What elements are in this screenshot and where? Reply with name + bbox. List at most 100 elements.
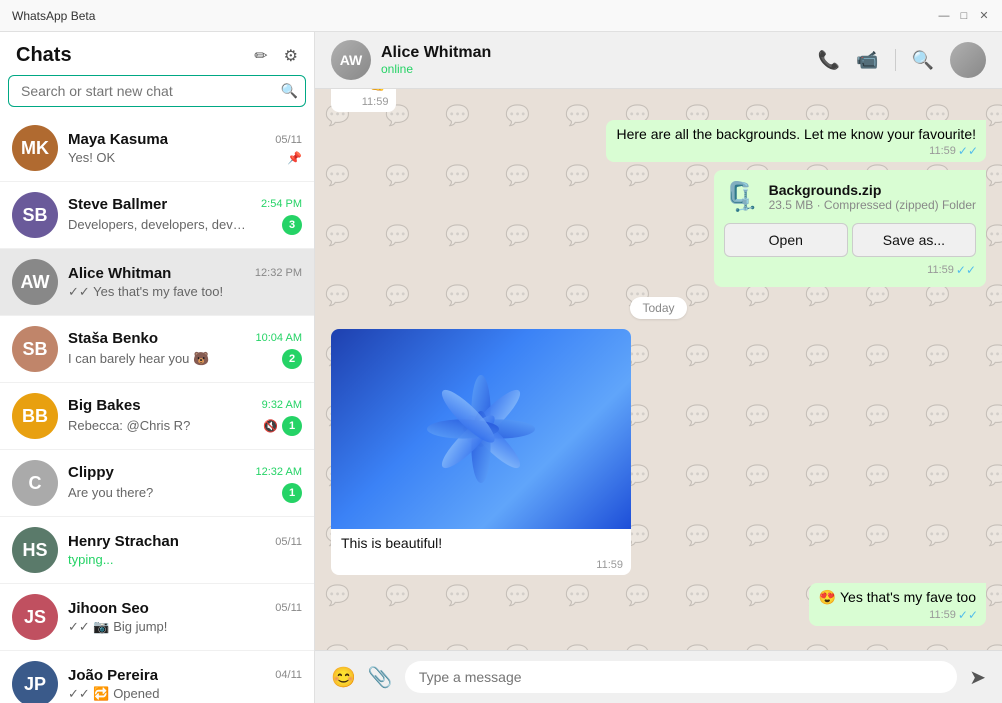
chat-preview: ✓✓ Yes that's my fave too! bbox=[68, 284, 223, 300]
chat-badge: 1 bbox=[282, 483, 302, 503]
settings-icon[interactable]: ⚙ bbox=[284, 46, 298, 66]
chat-input-area: 😊 📎 ➤ bbox=[315, 650, 1002, 703]
chat-name: Henry Strachan bbox=[68, 533, 179, 550]
message-time: 11:59 bbox=[362, 96, 389, 108]
avatar: BB bbox=[12, 393, 58, 439]
chat-item-alice[interactable]: AWAlice Whitman12:32 PM✓✓ Yes that's my … bbox=[0, 249, 314, 316]
chat-list: MK Maya Kasuma 05/11 Yes! OK 📌 SB Steve Ballme… bbox=[0, 115, 314, 703]
sidebar: Chats ✏ ⚙ 🔍 MK Maya Kasuma 05/11 Yes! OK 📌 SB… bbox=[0, 32, 315, 703]
search-chat-icon[interactable]: 🔍 bbox=[912, 50, 934, 71]
chat-item-maya[interactable]: MK Maya Kasuma 05/11 Yes! OK 📌 bbox=[0, 115, 314, 182]
attach-icon[interactable]: 📎 bbox=[368, 665, 393, 690]
send-button[interactable]: ➤ bbox=[969, 665, 986, 690]
avatar: C bbox=[12, 460, 58, 506]
message-row: This is beautiful!11:59 bbox=[331, 329, 986, 575]
chat-preview: Are you there? bbox=[68, 485, 153, 500]
message-row: OK! 👍11:59 bbox=[331, 89, 986, 112]
chat-item-jihoon[interactable]: JS Jihoon Seo 05/11 ✓✓ 📷 Big jump! bbox=[0, 584, 314, 651]
chat-preview: Developers, developers, devolp... bbox=[68, 217, 248, 232]
chat-item-steve[interactable]: SB Steve Ballmer2:54 PMDevelopers, develo… bbox=[0, 182, 314, 249]
chat-header-left: AW Alice Whitman online bbox=[331, 40, 491, 80]
titlebar-controls: — □ ✕ bbox=[938, 10, 990, 22]
call-icon[interactable]: 📞 bbox=[818, 50, 840, 71]
chat-item-clippy[interactable]: C Clippy 12:32 AM Are you there? 1 bbox=[0, 450, 314, 517]
chat-header-right: 📞 📹 🔍 bbox=[818, 42, 986, 78]
avatar: JS bbox=[12, 594, 58, 640]
chat-name: Maya Kasuma bbox=[68, 131, 168, 148]
message-row: 😍 Yes that's my fave too11:59 ✓✓ bbox=[331, 583, 986, 626]
chat-time: 2:54 PM bbox=[261, 198, 302, 210]
chat-badge: 3 bbox=[282, 215, 302, 235]
chat-time: 9:32 AM bbox=[262, 399, 302, 411]
chat-info: Maya Kasuma 05/11 Yes! OK 📌 bbox=[68, 131, 302, 165]
close-button[interactable]: ✕ bbox=[978, 10, 990, 22]
avatar: SB bbox=[12, 192, 58, 238]
chat-item-bigbakes[interactable]: BBBig Bakes9:32 AMRebecca: @Chris R?🔇1 bbox=[0, 383, 314, 450]
file-message: 🗜️Backgrounds.zip23.5 MB · Compressed (z… bbox=[714, 170, 986, 287]
chat-item-henry[interactable]: HS Henry Strachan 05/11 typing... bbox=[0, 517, 314, 584]
chat-info: Alice Whitman12:32 PM✓✓ Yes that's my fa… bbox=[68, 265, 302, 300]
titlebar: WhatsApp Beta — □ ✕ bbox=[0, 0, 1002, 32]
emoji-icon[interactable]: 😊 bbox=[331, 665, 356, 690]
chat-time: 12:32 PM bbox=[255, 267, 302, 279]
chat-time: 10:04 AM bbox=[256, 332, 302, 344]
message-time: 11:59 ✓✓ bbox=[724, 263, 976, 277]
chat-badge: 1 bbox=[282, 416, 302, 436]
chat-info: Big Bakes9:32 AMRebecca: @Chris R?🔇1 bbox=[68, 397, 302, 436]
contact-avatar: AW bbox=[331, 40, 371, 80]
pin-icon: 📌 bbox=[287, 151, 302, 165]
avatar: HS bbox=[12, 527, 58, 573]
chat-time: 05/11 bbox=[275, 134, 302, 146]
chat-info: Jihoon Seo 05/11 ✓✓ 📷 Big jump! bbox=[68, 600, 302, 635]
contact-status: online bbox=[381, 62, 491, 76]
file-name: Backgrounds.zip bbox=[769, 182, 976, 198]
chat-info: Clippy 12:32 AM Are you there? 1 bbox=[68, 464, 302, 503]
message-time: 11:59 ✓✓ bbox=[929, 608, 978, 622]
message-time: 11:59 ✓✓ bbox=[929, 144, 978, 158]
image-caption: This is beautiful!11:59 bbox=[331, 529, 631, 569]
chat-preview: ✓✓ 📷 Big jump! bbox=[68, 619, 167, 635]
chat-preview: typing... bbox=[68, 552, 114, 567]
app-body: Chats ✏ ⚙ 🔍 MK Maya Kasuma 05/11 Yes! OK 📌 SB… bbox=[0, 32, 1002, 703]
titlebar-title: WhatsApp Beta bbox=[12, 9, 95, 23]
chat-item-stasa[interactable]: SBStaša Benko10:04 AMI can barely hear y… bbox=[0, 316, 314, 383]
search-input[interactable] bbox=[8, 75, 306, 107]
file-meta: 23.5 MB · Compressed (zipped) Folder bbox=[769, 198, 976, 212]
maximize-button[interactable]: □ bbox=[958, 10, 970, 22]
chat-time: 05/11 bbox=[275, 602, 302, 614]
chat-name: João Pereira bbox=[68, 667, 158, 684]
save-file-button[interactable]: Save as... bbox=[852, 223, 976, 257]
chat-time: 12:32 AM bbox=[256, 466, 302, 478]
avatar: MK bbox=[12, 125, 58, 171]
messages-area[interactable]: OK! 👍11:59Here are all the backgrounds. … bbox=[315, 89, 1002, 650]
chat-image bbox=[331, 329, 631, 529]
sidebar-icons: ✏ ⚙ bbox=[254, 46, 298, 66]
search-bar: 🔍 bbox=[8, 75, 306, 107]
date-divider: Today bbox=[331, 299, 986, 317]
message-input[interactable] bbox=[405, 661, 957, 693]
chat-header: AW Alice Whitman online 📞 📹 🔍 bbox=[315, 32, 1002, 89]
chat-time: 04/11 bbox=[275, 669, 302, 681]
edit-icon[interactable]: ✏ bbox=[254, 46, 267, 66]
chat-preview: I can barely hear you 🐻 bbox=[68, 351, 209, 367]
image-message: This is beautiful!11:59 bbox=[331, 329, 631, 575]
chat-item-joao[interactable]: JPJoão Pereira04/11✓✓ 🔁 Opened bbox=[0, 651, 314, 703]
header-contact-avatar[interactable] bbox=[950, 42, 986, 78]
sidebar-title: Chats bbox=[16, 44, 72, 67]
muted-icon: 🔇 bbox=[263, 419, 278, 433]
header-divider bbox=[895, 49, 896, 71]
chat-preview: ✓✓ 🔁 Opened bbox=[68, 686, 159, 702]
chat-preview: Yes! OK bbox=[68, 150, 115, 165]
contact-name: Alice Whitman bbox=[381, 44, 491, 62]
chat-area: AW Alice Whitman online 📞 📹 🔍 OK! 👍11:59… bbox=[315, 32, 1002, 703]
search-icon: 🔍 bbox=[281, 83, 298, 100]
text-message: 😍 Yes that's my fave too11:59 ✓✓ bbox=[809, 583, 986, 626]
minimize-button[interactable]: — bbox=[938, 10, 950, 22]
chat-time: 05/11 bbox=[275, 536, 302, 548]
video-icon[interactable]: 📹 bbox=[856, 50, 878, 71]
chat-info: João Pereira 04/11 ✓✓ 🔁 Opened bbox=[68, 667, 302, 702]
open-file-button[interactable]: Open bbox=[724, 223, 848, 257]
chat-name: Jihoon Seo bbox=[68, 600, 149, 617]
chat-name: Clippy bbox=[68, 464, 114, 481]
chat-info: Steve Ballmer2:54 PMDevelopers, develope… bbox=[68, 196, 302, 235]
